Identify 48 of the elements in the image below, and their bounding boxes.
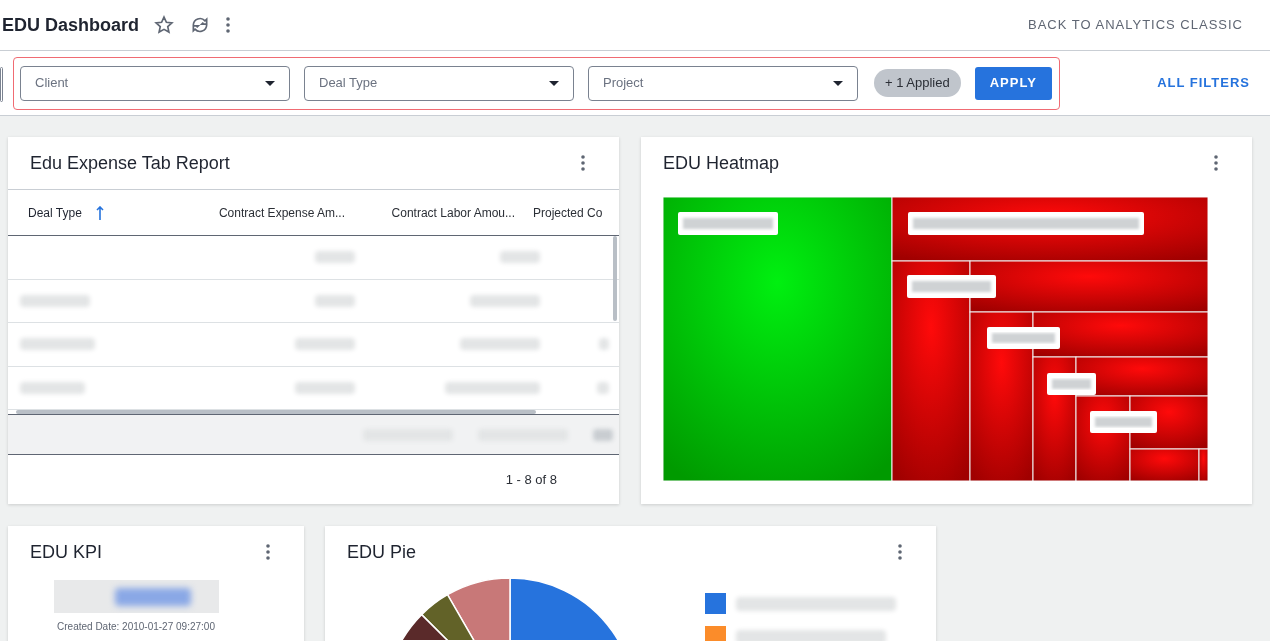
redacted-text [315,294,355,307]
widget-title: EDU Heatmap [663,151,781,175]
filter-dropdown[interactable]: Client [20,65,290,101]
more-icon[interactable] [266,544,270,560]
caret-icon [265,80,275,86]
pager-text: 1 - 8 of 8 [505,470,557,489]
column-header[interactable]: Deal Type [28,203,82,222]
vertical-scrollbar[interactable] [613,236,617,321]
all-filters-link[interactable]: ALL FILTERS [1157,73,1250,93]
column-header[interactable]: Contract Expense Am... [218,203,345,222]
redacted-text [470,294,540,307]
back-link[interactable]: BACK TO ANALYTICS CLASSIC [1028,15,1243,35]
redacted-text [315,251,355,264]
column-header[interactable]: Contract Labor Amou... [391,203,515,222]
redacted-text [20,381,85,394]
applied-badge[interactable]: + 1 Applied [874,69,961,97]
redacted-text [599,338,609,351]
redacted-text [295,338,355,351]
widget-title: EDU KPI [30,540,104,564]
filter-dropdown[interactable]: Project [588,65,858,101]
widget-title: Edu Expense Tab Report [30,151,231,175]
redacted-text [597,381,609,394]
column-header[interactable]: Projected Co [533,203,603,222]
more-icon[interactable] [226,17,231,33]
caret-icon [833,80,843,86]
caret-icon [549,80,559,86]
more-icon[interactable] [1214,155,1218,171]
heatmap-tile[interactable] [1198,448,1208,481]
dashboard-title: EDU Dashboard [2,13,140,37]
heatmap-tile[interactable] [969,260,1208,313]
horizontal-scrollbar[interactable] [16,410,536,414]
redacted-text [20,294,90,307]
redacted-label [1047,373,1096,395]
redacted-text [295,381,355,394]
more-icon[interactable] [581,155,585,171]
heatmap-tile[interactable] [891,260,971,481]
sort-up-icon[interactable] [95,205,104,220]
more-icon[interactable] [898,544,902,560]
redacted-text [500,251,540,264]
apply-button[interactable]: APPLY [974,66,1052,100]
redacted-label [1090,411,1157,433]
redacted-text [593,428,613,441]
dropdown-field[interactable] [0,67,3,102]
filter-dropdown[interactable]: Deal Type [304,65,574,101]
star-icon[interactable] [154,15,175,35]
refresh-icon[interactable] [190,15,211,35]
widget-title: EDU Pie [347,540,418,564]
created-date: Created Date: 2010-01-27 09:27:00 [57,620,215,634]
